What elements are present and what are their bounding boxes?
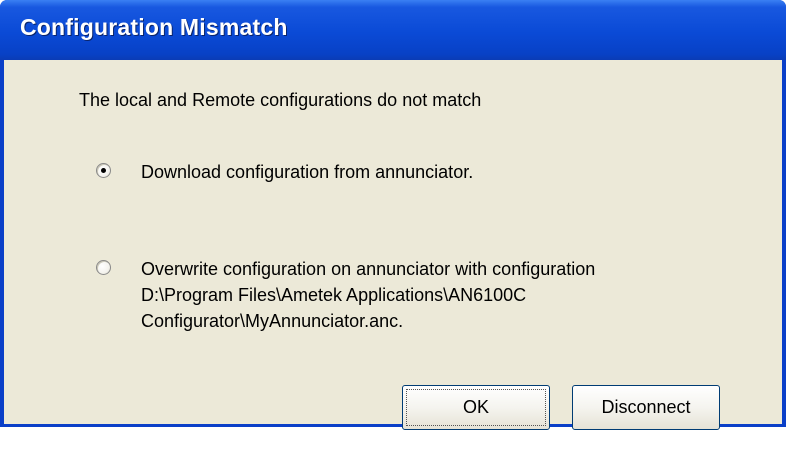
overwrite-option-label[interactable]: Overwrite configuration on annunciator w… (141, 256, 595, 334)
download-option-label-line: Download configuration from annunciator. (141, 162, 474, 182)
focus-rectangle (406, 389, 546, 426)
ok-button[interactable]: OK (402, 385, 550, 430)
title-bar[interactable]: Configuration Mismatch (0, 0, 786, 60)
disconnect-button[interactable]: Disconnect (572, 385, 720, 430)
overwrite-option-label-line-1: Overwrite configuration on annunciator w… (141, 259, 596, 279)
configuration-mismatch-dialog: Configuration Mismatch The local and Rem… (0, 0, 786, 430)
overwrite-radio[interactable] (96, 260, 111, 275)
mismatch-message: The local and Remote configurations do n… (79, 90, 482, 110)
download-radio[interactable] (96, 163, 111, 178)
dialog-body: The local and Remote configurations do n… (4, 60, 782, 430)
download-option-label[interactable]: Download configuration from annunciator. (141, 159, 473, 185)
overwrite-option-label-line-3: Configurator\MyAnnunciator.anc. (141, 311, 404, 331)
radio-selected-dot (101, 168, 106, 173)
dialog-title: Configuration Mismatch (20, 14, 288, 40)
overwrite-option-label-line-2: D:\Program Files\Ametek Applications\AN6… (141, 285, 527, 305)
disconnect-button-label: Disconnect (601, 397, 691, 417)
